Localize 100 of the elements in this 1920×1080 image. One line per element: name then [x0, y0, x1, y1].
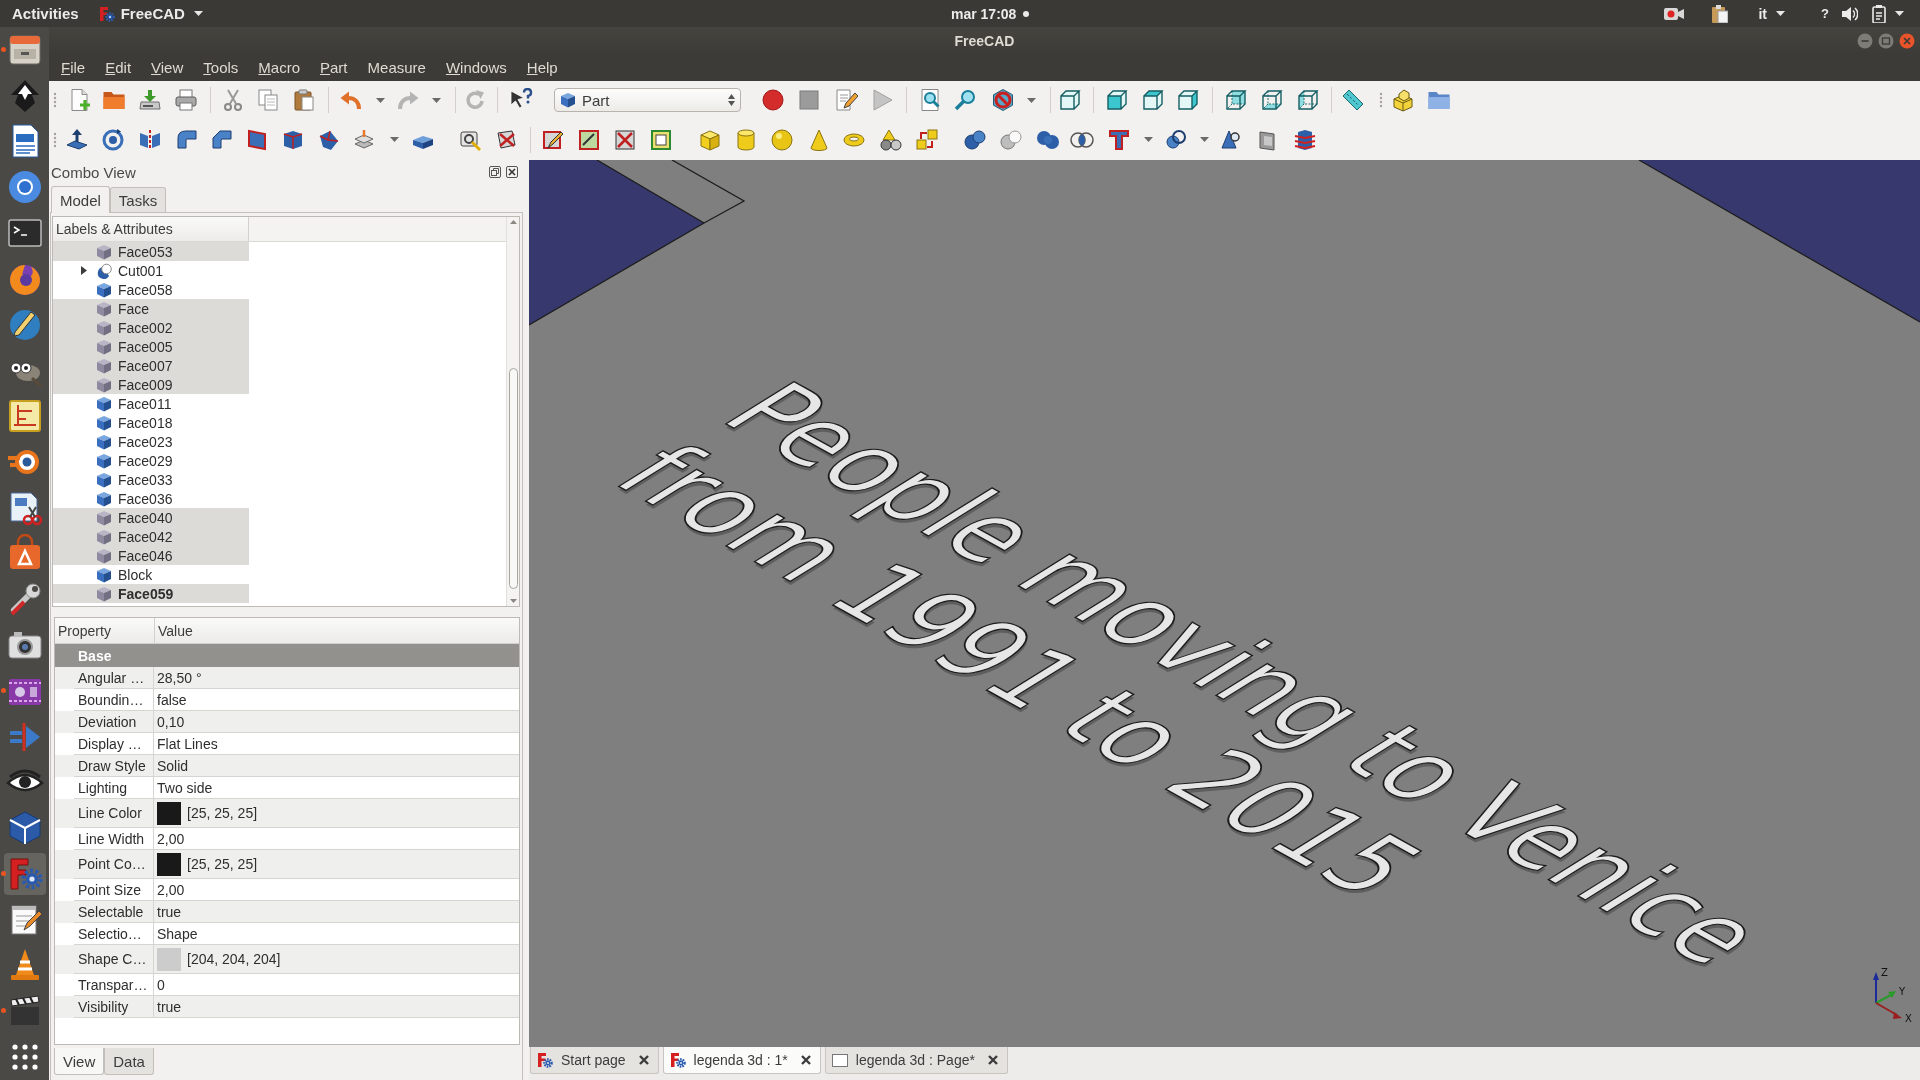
scroll-down-arrow-icon[interactable] — [509, 599, 517, 603]
page-pencil-icon[interactable] — [834, 88, 858, 112]
menu-item[interactable]: Measure — [357, 54, 436, 81]
tree-item[interactable]: Face042 — [53, 527, 249, 546]
toolbar-grip-icon[interactable] — [53, 131, 57, 148]
scissors-icon[interactable] — [221, 88, 245, 112]
printer-icon[interactable] — [174, 88, 198, 112]
caret-icon[interactable] — [1026, 97, 1036, 103]
caret-icon[interactable] — [431, 97, 441, 103]
property-row[interactable]: Line Color [25, 25, 25] — [55, 799, 519, 828]
frame-cross-icon[interactable] — [613, 127, 637, 152]
tree-item[interactable]: Face058 — [53, 280, 249, 299]
property-row[interactable]: Visibility true — [55, 996, 519, 1018]
tree-item[interactable]: Cut001 — [53, 261, 249, 280]
system-menu[interactable] — [1872, 4, 1904, 23]
tree-item[interactable]: Face018 — [53, 413, 249, 432]
record-icon[interactable] — [761, 88, 785, 112]
document-tab[interactable]: legenda 3d : Page* — [824, 1047, 1008, 1074]
tree-item[interactable]: Block — [53, 565, 249, 584]
menu-item[interactable]: Windows — [435, 54, 517, 81]
blocks-arrow-icon[interactable] — [915, 127, 939, 152]
wireframe-cube-icon[interactable] — [1058, 88, 1082, 112]
menu-item[interactable]: Macro — [248, 54, 310, 81]
clipboard-icon[interactable] — [1712, 4, 1729, 23]
ruler-icon[interactable] — [1341, 88, 1365, 112]
toolbar-grip-icon[interactable] — [1379, 92, 1383, 108]
menu-item[interactable]: Help — [516, 54, 568, 81]
cube-front-face-icon[interactable] — [1105, 88, 1129, 112]
new-document-icon[interactable] — [68, 88, 92, 112]
cube-right-face-icon[interactable] — [1176, 88, 1200, 112]
angled-sheet-icon[interactable] — [210, 127, 234, 152]
color-swatch-icon[interactable] — [157, 852, 181, 876]
tree-item[interactable]: Face009 — [53, 375, 249, 394]
tab[interactable]: View — [54, 1048, 105, 1075]
tree-item[interactable]: Face053 — [53, 242, 249, 261]
workbench-selector[interactable]: Part — [554, 88, 741, 112]
stacked-blocks-icon[interactable] — [1391, 88, 1415, 112]
drive-arrow-icon[interactable] — [138, 88, 162, 112]
tree-item[interactable]: Face040 — [53, 508, 249, 527]
caret-icon[interactable] — [389, 137, 399, 142]
keyboard-layout-menu[interactable]: it — [1758, 5, 1786, 22]
shape-set-icon[interactable] — [879, 127, 903, 152]
clock[interactable]: mar 17:08 — [951, 5, 1017, 22]
menu-item[interactable]: View — [141, 54, 194, 81]
close-icon[interactable] — [987, 1055, 998, 1065]
toolbar-grip-icon[interactable] — [53, 92, 57, 108]
overlapping-spheres-icon[interactable] — [963, 127, 987, 152]
tab[interactable]: Data — [104, 1048, 154, 1075]
tree-item[interactable]: Face059 — [53, 584, 249, 603]
menu-item[interactable]: Part — [310, 54, 358, 81]
scrollbar[interactable] — [506, 217, 519, 606]
cube-bottom-face-icon[interactable] — [1260, 88, 1284, 112]
sliced-block-icon[interactable] — [1293, 127, 1317, 152]
caret-icon[interactable] — [375, 97, 385, 103]
caret-icon[interactable] — [1199, 137, 1209, 142]
cylinder-icon[interactable] — [734, 127, 758, 152]
tree-item[interactable]: Face023 — [53, 432, 249, 451]
close-icon[interactable] — [800, 1055, 811, 1065]
column-header[interactable]: Property — [55, 618, 155, 643]
property-row[interactable]: Selectable true — [55, 901, 519, 923]
property-row[interactable]: Deviation 0,10 — [55, 711, 519, 733]
disclosure-triangle-icon[interactable] — [81, 266, 87, 275]
undock-icon[interactable] — [489, 166, 501, 178]
t-profile-icon[interactable] — [1107, 127, 1131, 152]
tree-item[interactable]: Face — [53, 299, 249, 318]
column-header[interactable]: Labels & Attributes — [53, 217, 249, 241]
close-icon[interactable] — [506, 166, 518, 178]
square-icon[interactable] — [797, 88, 821, 112]
speaker-icon[interactable] — [1842, 5, 1858, 22]
scrollbar-thumb[interactable] — [508, 368, 518, 589]
caret-icon[interactable] — [1143, 137, 1153, 142]
cube-rear-face-icon[interactable] — [1224, 88, 1248, 112]
slab-arrow-icon[interactable] — [65, 127, 89, 152]
property-row[interactable]: Shape C… [204, 204, 204] — [55, 945, 519, 974]
sphere-icon[interactable] — [770, 127, 794, 152]
color-swatch-icon[interactable] — [157, 947, 181, 971]
sphere-pair-icon[interactable] — [999, 127, 1023, 152]
no-entry-icon[interactable] — [991, 88, 1015, 112]
column-header[interactable]: Value — [155, 618, 193, 643]
tab[interactable]: Tasks — [109, 187, 167, 212]
tab[interactable]: Model — [51, 186, 110, 213]
document-tab[interactable]: legenda 3d : 1* — [662, 1047, 821, 1074]
status-indicator[interactable]: ? — [1821, 6, 1829, 21]
document-tab[interactable]: Start page — [530, 1047, 659, 1074]
magnifier-icon[interactable] — [954, 88, 978, 112]
tree-item[interactable]: Face002 — [53, 318, 249, 337]
clipboard-icon[interactable] — [292, 88, 316, 112]
curved-sheet-icon[interactable] — [175, 127, 199, 152]
color-swatch-icon[interactable] — [157, 801, 181, 825]
linked-spheres-icon[interactable] — [1164, 127, 1188, 152]
tree-item[interactable]: Face033 — [53, 470, 249, 489]
property-row[interactable]: Point Co… [25, 25, 25] — [55, 850, 519, 879]
cube-top-face-icon[interactable] — [1141, 88, 1165, 112]
menu-item[interactable]: File — [51, 54, 96, 81]
video-camera-icon[interactable] — [1664, 6, 1685, 21]
minimize-icon[interactable] — [1857, 32, 1873, 49]
framed-picture-icon[interactable] — [649, 127, 673, 152]
scroll-up-arrow-icon[interactable] — [509, 220, 517, 224]
maximize-icon[interactable] — [1878, 32, 1894, 49]
close-icon[interactable] — [638, 1055, 649, 1065]
